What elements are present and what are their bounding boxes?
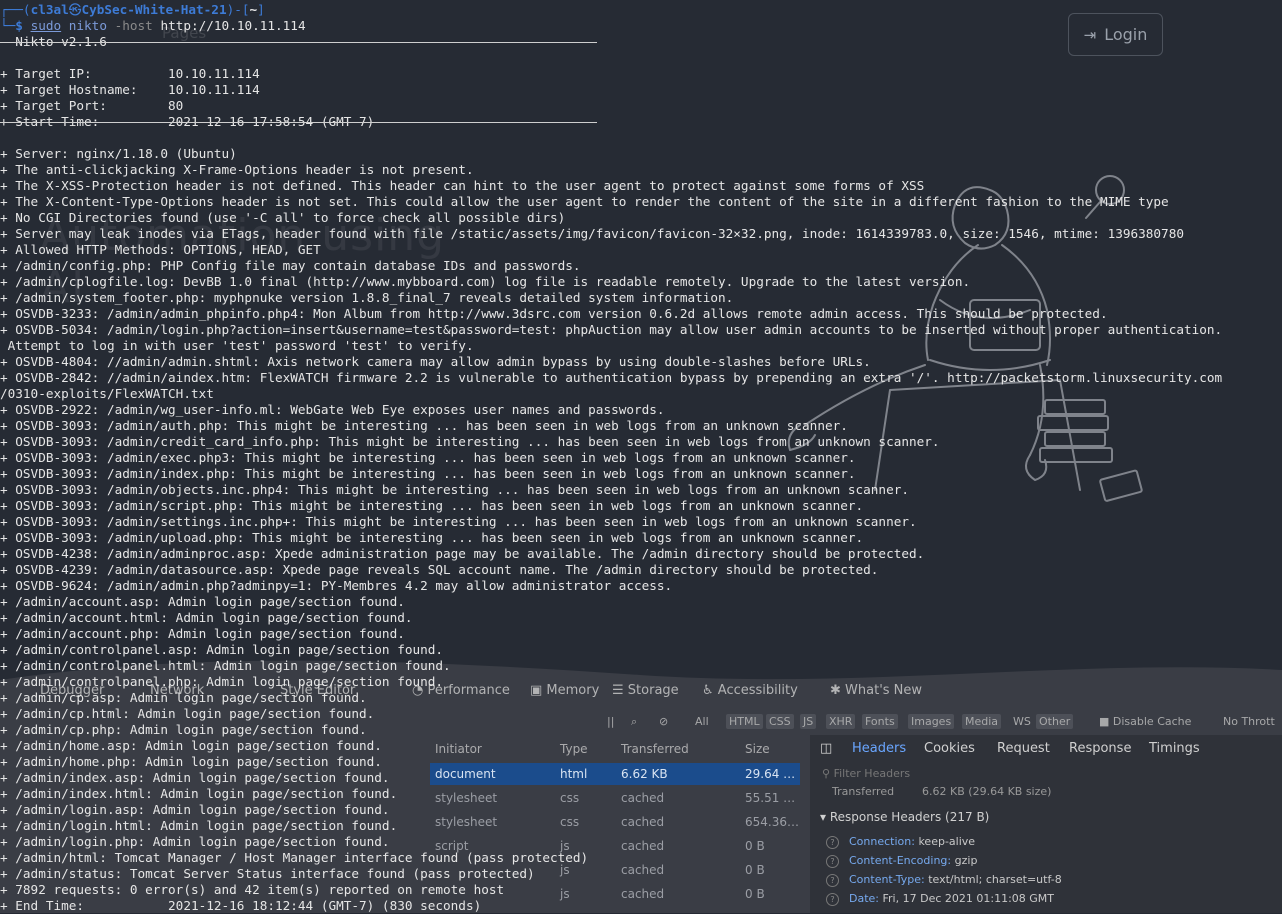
prompt-close: ]: [257, 2, 265, 17]
terminal-line: + The X-XSS-Protection header is not def…: [0, 178, 925, 193]
prompt-dollar: $: [15, 18, 23, 33]
terminal-line: + OSVDB-3233: /admin/admin_phpinfo.php4:…: [0, 306, 1108, 321]
terminal-line: + No CGI Directories found (use '-C all'…: [0, 210, 566, 225]
terminal-line: + Target IP: 10.10.11.114: [0, 66, 260, 81]
prompt-line2: └─: [0, 18, 16, 33]
terminal-line: + OSVDB-3093: /admin/credit_card_info.ph…: [0, 434, 940, 449]
prompt-mid: )-[: [226, 2, 250, 17]
terminal-output[interactable]: ┌──(cl3al㉿CybSec-White-Hat-21)-[~] └─$ s…: [0, 0, 1282, 913]
terminal-line: + /admin/login.html: Admin login page/se…: [0, 818, 398, 833]
terminal-line: + /admin/login.php: Admin login page/sec…: [0, 834, 390, 849]
terminal-line: + OSVDB-4804: //admin/admin.shtml: Axis …: [0, 354, 871, 369]
terminal-line: + OSVDB-3093: /admin/settings.inc.php+: …: [0, 514, 917, 529]
terminal-line: + /admin/login.asp: Admin login page/sec…: [0, 802, 390, 817]
terminal-line: + Server: nginx/1.18.0 (Ubuntu): [0, 146, 237, 161]
terminal-line: + /admin/controlpanel.php: Admin login p…: [0, 674, 444, 689]
terminal-line: Attempt to log in with user 'test' passw…: [0, 338, 474, 353]
terminal-line: + Target Port: 80: [0, 98, 184, 113]
prompt-user: cl3al: [30, 2, 69, 17]
terminal-line: + /admin/account.asp: Admin login page/s…: [0, 594, 405, 609]
terminal-line: + Allowed HTTP Methods: OPTIONS, HEAD, G…: [0, 242, 321, 257]
terminal-line: + /admin/cp.html: Admin login page/secti…: [0, 706, 375, 721]
prompt-line: ┌──(cl3al㉿CybSec-White-Hat-21)-[~]: [0, 2, 265, 18]
cmd-program: nikto: [68, 18, 107, 33]
terminal-line: + OSVDB-3093: /admin/index.php: This mig…: [0, 466, 856, 481]
terminal-line: + /admin/account.php: Admin login page/s…: [0, 626, 405, 641]
terminal-line: + /admin/status: Tomcat Server Status in…: [0, 866, 535, 881]
terminal-line: + The X-Content-Type-Options header is n…: [0, 194, 1169, 209]
terminal-line: + /admin/cp.php: Admin login page/sectio…: [0, 722, 367, 737]
command-line: └─$ sudo nikto -host http://10.10.11.114: [0, 18, 306, 34]
terminal-line: + OSVDB-3093: /admin/script.php: This mi…: [0, 498, 864, 513]
terminal-line: + /admin/html: Tomcat Manager / Host Man…: [0, 850, 589, 865]
terminal-line: + OSVDB-3093: /admin/upload.php: This mi…: [0, 530, 864, 545]
cmd-flag: -host: [114, 18, 153, 33]
prompt-open: ┌──(: [0, 2, 31, 17]
terminal-line: + /admin/home.php: Admin login page/sect…: [0, 754, 382, 769]
terminal-line: + OSVDB-3093: /admin/objects.inc.php4: T…: [0, 482, 909, 497]
terminal-line: + /admin/controlpanel.html: Admin login …: [0, 658, 451, 673]
terminal-line: + OSVDB-9624: /admin/admin.php?adminpy=1…: [0, 578, 673, 593]
cmd-sudo: sudo: [30, 18, 62, 33]
terminal-line: /0310-exploits/FlexWATCH.txt: [0, 386, 214, 401]
terminal-line: + OSVDB-2842: //admin/aindex.htm: FlexWA…: [0, 370, 1223, 385]
terminal-line: + /admin/index.html: Admin login page/se…: [0, 786, 398, 801]
terminal-line: + The anti-clickjacking X-Frame-Options …: [0, 162, 474, 177]
separator-line: [0, 122, 597, 123]
terminal-line: + End Time: 2021-12-16 18:12:44 (GMT-7) …: [0, 898, 482, 913]
terminal-line: + OSVDB-5034: /admin/login.php?action=in…: [0, 322, 1223, 337]
terminal-line: + 7892 requests: 0 error(s) and 42 item(…: [0, 882, 505, 897]
terminal-line: + OSVDB-2922: /admin/wg_user-info.ml: We…: [0, 402, 665, 417]
terminal-line: + OSVDB-3093: /admin/auth.php: This migh…: [0, 418, 848, 433]
terminal-line: + /admin/controlpanel.asp: Admin login p…: [0, 642, 444, 657]
terminal-line: + OSVDB-4239: /admin/datasource.asp: Xpe…: [0, 562, 879, 577]
terminal-line: + /admin/config.php: PHP Config file may…: [0, 258, 581, 273]
terminal-line: + Target Hostname: 10.10.11.114: [0, 82, 260, 97]
terminal-line: + OSVDB-3093: /admin/exec.php3: This mig…: [0, 450, 856, 465]
terminal-line: + Server may leak inodes via ETags, head…: [0, 226, 1184, 241]
terminal-line: + /admin/index.asp: Admin login page/sec…: [0, 770, 390, 785]
terminal-line: + /admin/cp.asp: Admin login page/sectio…: [0, 690, 367, 705]
terminal-line: + /admin/cplogfile.log: DevBB 1.0 final …: [0, 274, 971, 289]
terminal-line: + /admin/home.asp: Admin login page/sect…: [0, 738, 382, 753]
terminal-line: + /admin/account.html: Admin login page/…: [0, 610, 413, 625]
cmd-url: http://10.10.11.114: [160, 18, 306, 33]
terminal-line: + OSVDB-4238: /admin/adminproc.asp: Xped…: [0, 546, 925, 561]
prompt-at: ㉿: [68, 2, 82, 17]
prompt-dir: ~: [249, 2, 258, 17]
terminal-line: + /admin/system_footer.php: myphpnuke ve…: [0, 290, 734, 305]
separator-line: [0, 42, 597, 43]
prompt-host: CybSec-White-Hat-21: [81, 2, 227, 17]
